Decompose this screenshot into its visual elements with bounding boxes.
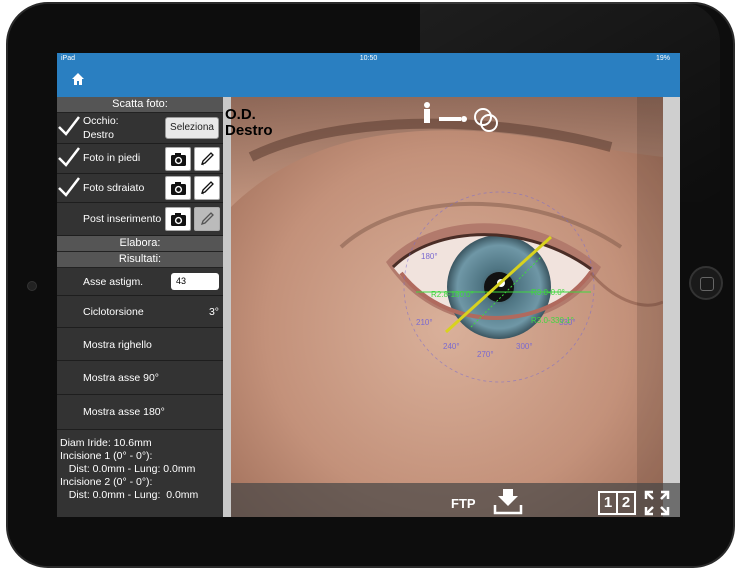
eye-value: Destro <box>83 129 114 141</box>
camera-button-standing[interactable] <box>165 147 191 171</box>
edit-button-lying[interactable] <box>194 176 220 200</box>
pencil-icon <box>200 181 214 195</box>
ftp-button[interactable]: FTP <box>451 496 476 511</box>
status-bar: iPad 10:50 19% <box>57 53 680 64</box>
astig-axis-input[interactable]: 43 <box>171 273 219 290</box>
astig-axis-label: Asse astigm. <box>83 276 144 288</box>
front-camera <box>27 281 37 291</box>
nav-bar <box>57 64 680 97</box>
show-axis-180-label: Mostra asse 180° <box>83 406 165 418</box>
right-readout: R3.0-0.0° <box>531 288 565 297</box>
hardware-home-button[interactable] <box>689 266 723 300</box>
clock: 10:50 <box>359 55 378 62</box>
post-insertion-label: Post inserimento <box>83 213 162 225</box>
eye-label: Occhio: <box>83 115 119 127</box>
cyclotorsion-row: Ciclotorsione 3° <box>57 296 223 328</box>
view-toggle-1-button[interactable]: 1 <box>598 491 618 515</box>
show-axis-180-row[interactable]: Mostra asse 180° <box>57 395 223 430</box>
show-axis-90-row[interactable]: Mostra asse 90° <box>57 361 223 395</box>
show-ruler-label: Mostra righello <box>83 339 152 351</box>
section-header-photo: Scatta foto: <box>57 97 223 113</box>
fullscreen-icon[interactable] <box>644 490 670 516</box>
section-header-results: Risultati: <box>57 252 223 268</box>
right-edge-panel <box>663 97 680 517</box>
camera-icon <box>171 213 186 226</box>
camera-icon <box>171 153 186 166</box>
post-insertion-row: Post inserimento <box>57 203 223 236</box>
cyclotorsion-value: 3° <box>208 306 219 318</box>
show-axis-90-label: Mostra asse 90° <box>83 372 159 384</box>
checkmark-icon <box>58 116 80 136</box>
pencil-icon <box>200 152 214 166</box>
view-toggle-2-button[interactable]: 2 <box>616 491 636 515</box>
angle-label: 240° <box>443 342 460 351</box>
angle-label: 270° <box>477 350 494 359</box>
eye-indicator: O.D. Destro <box>225 107 273 139</box>
eye-photo[interactable]: 180° 210° 240° 270° 300° 330° R2.8-180.0… <box>231 97 663 517</box>
astig-axis-row: Asse astigm. 43 <box>57 268 223 296</box>
photo-standing-label: Foto in piedi <box>83 152 141 164</box>
measurement-info: Diam Iride: 10.6mm Incisione 1 (0° - 0°)… <box>60 437 199 501</box>
sidebar-divider <box>223 97 231 517</box>
eye-photo-illustration: 180° 210° 240° 270° 300° 330° R2.8-180.0… <box>231 97 663 517</box>
eye-name: Destro <box>225 122 273 139</box>
eye-code: O.D. <box>225 106 256 123</box>
angle-label: 300° <box>516 342 533 351</box>
angle-label: 210° <box>416 318 433 327</box>
pencil-icon <box>200 212 214 226</box>
cyclotorsion-label: Ciclotorsione <box>83 306 144 318</box>
section-header-process: Elabora: <box>57 236 223 252</box>
eye-row: Occhio: Destro Seleziona <box>57 113 223 144</box>
left-readout: R2.8-180.0° <box>431 290 474 299</box>
camera-icon <box>171 182 186 195</box>
edit-button-post[interactable] <box>194 207 220 231</box>
checkmark-icon <box>58 177 80 197</box>
select-eye-button[interactable]: Seleziona <box>165 117 219 139</box>
camera-button-lying[interactable] <box>165 176 191 200</box>
edit-button-standing[interactable] <box>194 147 220 171</box>
sidebar-panel: Scatta foto: Occhio: Destro Seleziona Fo… <box>57 97 223 517</box>
checkmark-icon <box>58 147 80 167</box>
person-standing-icon[interactable] <box>424 102 430 123</box>
lower-readout: R3.0-330.1° <box>531 316 574 325</box>
photo-lying-label: Foto sdraiato <box>83 182 145 194</box>
screen: iPad 10:50 19% Scatta foto: Occhio: Dest… <box>57 53 680 517</box>
angle-label: 180° <box>421 252 438 261</box>
home-icon[interactable] <box>71 72 85 86</box>
photo-standing-row: Foto in piedi <box>57 144 223 174</box>
photo-lying-row: Foto sdraiato <box>57 174 223 203</box>
show-ruler-row[interactable]: Mostra righello <box>57 328 223 361</box>
camera-button-post[interactable] <box>165 207 191 231</box>
save-download-icon[interactable] <box>492 487 524 515</box>
battery-label: 19% <box>655 55 670 62</box>
